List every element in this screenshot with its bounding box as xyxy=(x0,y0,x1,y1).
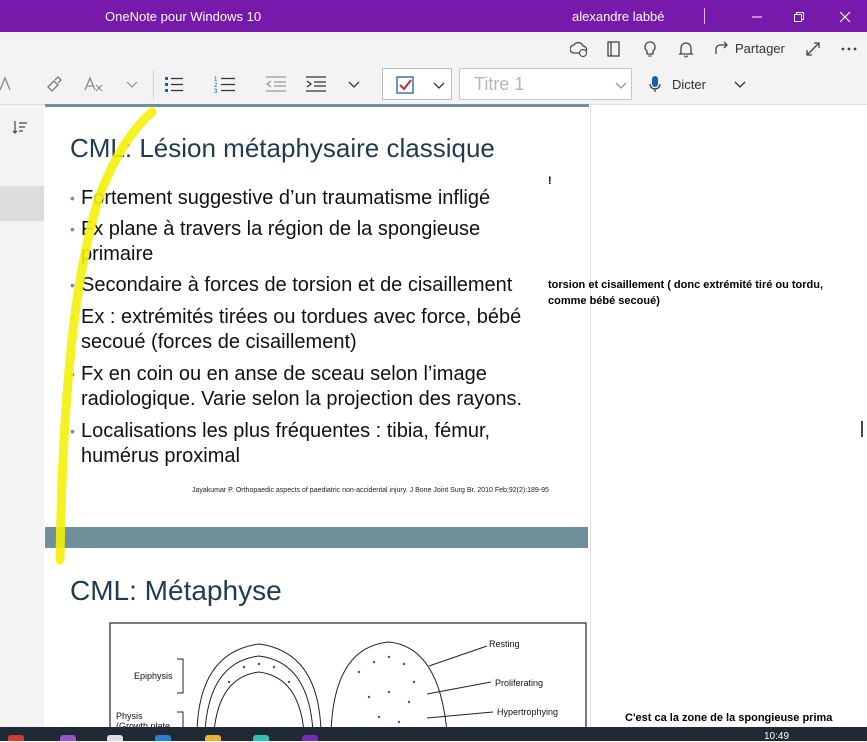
title-bar: OneNote pour Windows 10 alexandre labbé xyxy=(0,0,867,32)
diagram-label-resting: Resting xyxy=(489,639,520,649)
bullet-marker: • xyxy=(70,221,75,237)
action-bar: Partager xyxy=(0,32,867,64)
minimize-button[interactable] xyxy=(734,0,779,32)
increase-indent-icon[interactable] xyxy=(305,75,327,93)
slide-title: CML: Lésion métaphysaire classique xyxy=(70,133,495,163)
paragraph-style-select[interactable]: Titre 1 xyxy=(459,68,632,100)
bell-icon[interactable] xyxy=(677,40,695,58)
ribbon-toolbar: 123 Titre 1 Dicter xyxy=(0,64,867,105)
format-painter-icon[interactable] xyxy=(45,75,63,93)
bullet-text: Secondaire à forces de torsion et de cis… xyxy=(81,274,513,296)
bullet-text: Fx en coin ou en anse de sceau selon l’i… xyxy=(81,363,523,410)
slide-right-edge xyxy=(590,105,591,727)
close-button[interactable] xyxy=(822,0,867,32)
bullet-marker: • xyxy=(70,190,75,206)
slide-top-border xyxy=(45,104,589,107)
note-torsion[interactable]: torsion et cisaillement ( donc extrémité… xyxy=(548,277,858,309)
bullet-text: Localisations les plus fréquentes : tibi… xyxy=(81,420,491,467)
restore-icon xyxy=(793,12,804,23)
app-icon[interactable] xyxy=(60,735,76,741)
app-title: OneNote pour Windows 10 xyxy=(105,9,262,24)
app-icon[interactable] xyxy=(155,735,171,741)
growth-plate-diagram: Epiphysis Physis (Growth plate Resting P… xyxy=(109,622,587,732)
bullet-marker: • xyxy=(70,277,75,293)
note-exclamation[interactable]: ! xyxy=(548,175,552,187)
note-spongieuse[interactable]: C'est ca la zone de la spongieuse prima xyxy=(625,712,832,724)
ribbon-separator xyxy=(153,70,154,100)
app-icon[interactable] xyxy=(8,735,24,741)
page-notebook-icon[interactable] xyxy=(605,40,623,58)
windows-taskbar: 10:49 xyxy=(0,727,867,742)
diagram-label-physis: Physis xyxy=(116,711,143,721)
chevron-down-icon xyxy=(433,82,445,89)
sync-status-icon[interactable] xyxy=(570,40,588,58)
title-separator xyxy=(704,8,705,24)
user-account-name[interactable]: alexandre labbé xyxy=(572,9,665,24)
bullet-text: Fx plane à travers la région de la spong… xyxy=(81,218,481,265)
clear-formatting-icon[interactable] xyxy=(84,75,104,93)
left-navigation-pane xyxy=(0,105,44,727)
chevron-down-icon xyxy=(615,82,627,89)
todo-tag-dropdown[interactable] xyxy=(382,68,452,100)
minimize-icon xyxy=(751,16,762,18)
taskbar-clock[interactable]: 10:49 xyxy=(764,731,789,742)
bullet-text: Fortement suggestive d’un traumatisme in… xyxy=(81,187,491,209)
diagram-label-hypertrophying: Hypertrophying xyxy=(497,707,558,717)
bullet-marker: • xyxy=(70,423,75,439)
app-icon[interactable] xyxy=(302,735,318,741)
chevron-down-icon[interactable] xyxy=(348,75,360,93)
app-icon[interactable] xyxy=(253,735,269,741)
citation: Jayakumar P. Orthopaedic aspects of paed… xyxy=(192,487,549,494)
nav-selected-page[interactable] xyxy=(0,186,44,221)
app-icon[interactable] xyxy=(107,735,123,741)
close-icon xyxy=(839,11,850,23)
expand-icon[interactable] xyxy=(804,40,822,58)
share-label: Partager xyxy=(735,40,785,56)
scroll-indicator[interactable] xyxy=(861,421,863,437)
diagram-label-proliferating: Proliferating xyxy=(495,678,543,688)
chevron-down-icon[interactable] xyxy=(734,78,746,90)
decrease-indent-icon[interactable] xyxy=(265,75,287,93)
style-select-value: Titre 1 xyxy=(474,74,525,94)
more-icon[interactable] xyxy=(840,40,858,58)
slide-title: CML: Métaphyse xyxy=(70,575,282,606)
chevron-down-icon[interactable] xyxy=(126,75,138,93)
diagram-label-epiphysis: Epiphysis xyxy=(134,671,173,681)
bullet-marker: • xyxy=(70,366,75,382)
bullet-text: Ex : extrémités tirées ou tordues avec f… xyxy=(81,306,522,353)
dictate-button[interactable]: Dicter xyxy=(648,75,746,93)
restore-button[interactable] xyxy=(776,0,821,32)
share-icon xyxy=(715,41,728,54)
numbered-list-icon[interactable]: 123 xyxy=(214,75,236,93)
dictate-label: Dicter xyxy=(672,76,706,92)
slide-separator-band xyxy=(45,527,588,548)
share-button[interactable]: Partager xyxy=(714,39,785,57)
todo-checkbox-icon xyxy=(396,76,414,94)
lightbulb-icon[interactable] xyxy=(641,40,659,58)
svg-text:3: 3 xyxy=(214,89,218,93)
microphone-icon xyxy=(649,76,661,92)
bullet-list-icon[interactable] xyxy=(164,75,184,93)
font-color-icon[interactable] xyxy=(0,75,14,93)
bullet-marker: • xyxy=(70,309,75,325)
sort-icon[interactable] xyxy=(12,119,28,135)
app-icon[interactable] xyxy=(205,735,221,741)
